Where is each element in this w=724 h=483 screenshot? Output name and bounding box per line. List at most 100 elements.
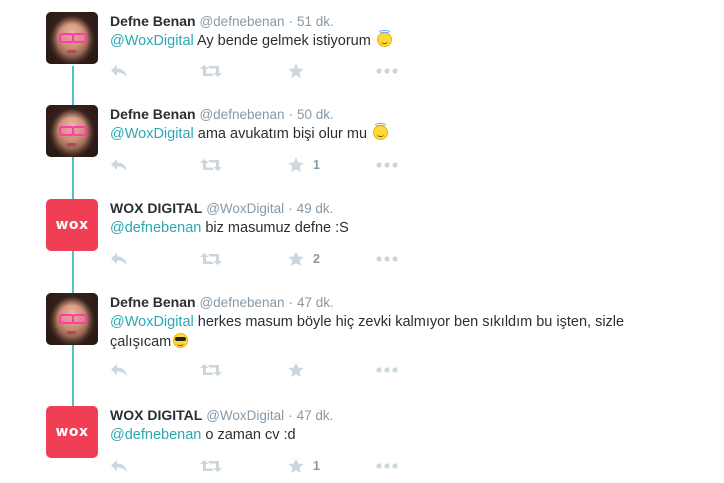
tweet-actions	[110, 360, 410, 380]
favorite-button[interactable]: 2	[288, 249, 320, 269]
retweet-button[interactable]	[200, 155, 222, 175]
tweet-body: ama avukatım bişi olur mu	[193, 126, 372, 142]
wox-logo: wox	[55, 424, 89, 440]
star-icon	[288, 251, 304, 266]
tweet: Defne Benan @defnebenan · 51 dk. @WoxDig…	[0, 12, 724, 92]
retweet-button[interactable]	[200, 249, 222, 269]
mention-link[interactable]: @WoxDigital	[110, 33, 194, 49]
tweet-header: WOX DIGITAL @WoxDigital · 49 dk.	[110, 199, 333, 218]
reply-button[interactable]	[110, 249, 128, 269]
mention-link[interactable]: @defnebenan	[110, 427, 201, 443]
tweet-header: Defne Benan @defnebenan · 50 dk.	[110, 105, 334, 124]
timestamp[interactable]: 49 dk.	[297, 201, 334, 216]
separator: ·	[288, 407, 293, 423]
username[interactable]: @defnebenan	[199, 107, 284, 122]
star-icon	[288, 362, 304, 377]
more-button[interactable]	[376, 249, 398, 269]
more-dots-icon	[376, 162, 398, 168]
retweet-button[interactable]	[200, 360, 222, 380]
tweet: wox WOX DIGITAL @WoxDigital · 49 dk. @de…	[0, 199, 724, 279]
star-icon	[288, 458, 304, 473]
more-button[interactable]	[376, 456, 398, 476]
favorite-count: 1	[313, 158, 320, 172]
favorite-count: 1	[313, 459, 320, 473]
tweet-body: Ay bende gelmek istiyorum	[193, 33, 375, 49]
mention-link[interactable]: @defnebenan	[110, 220, 201, 236]
tweet-header: WOX DIGITAL @WoxDigital · 47 dk.	[110, 406, 333, 425]
timestamp[interactable]: 47 dk.	[297, 408, 334, 423]
tweet: Defne Benan @defnebenan · 50 dk. @WoxDig…	[0, 105, 724, 185]
username[interactable]: @WoxDigital	[206, 408, 284, 423]
retweet-icon	[200, 159, 222, 171]
favorite-button[interactable]: 1	[288, 155, 320, 175]
username[interactable]: @WoxDigital	[206, 201, 284, 216]
retweet-icon	[200, 253, 222, 265]
star-icon	[288, 157, 304, 172]
reply-button[interactable]	[110, 456, 128, 476]
smiling-face-with-halo-icon	[373, 123, 389, 140]
retweet-icon	[200, 65, 222, 77]
tweet-body: o zaman cv :d	[201, 427, 296, 443]
timestamp[interactable]: 51 dk.	[297, 14, 334, 29]
tweet-actions: 1	[110, 155, 410, 175]
smiling-face-with-halo-icon	[376, 30, 392, 47]
more-button[interactable]	[376, 61, 398, 81]
more-button[interactable]	[376, 360, 398, 380]
separator: ·	[288, 294, 294, 310]
display-name[interactable]: WOX DIGITAL	[110, 407, 202, 423]
wox-logo: wox	[55, 217, 89, 233]
reply-button[interactable]	[110, 155, 128, 175]
tweet-text: @WoxDigital ama avukatım bişi olur mu	[110, 123, 700, 144]
separator: ·	[288, 200, 293, 216]
avatar[interactable]: wox	[46, 406, 98, 458]
avatar[interactable]	[46, 293, 98, 345]
tweet-text: @WoxDigital herkes masum böyle hiç zevki…	[110, 312, 675, 352]
star-icon	[288, 63, 304, 78]
reply-button[interactable]	[110, 61, 128, 81]
timestamp[interactable]: 50 dk.	[297, 107, 334, 122]
tweet-text: @WoxDigital Ay bende gelmek istiyorum	[110, 30, 700, 51]
favorite-count: 2	[313, 252, 320, 266]
retweet-button[interactable]	[200, 456, 222, 476]
timestamp[interactable]: 47 dk.	[297, 295, 334, 310]
tweet: Defne Benan @defnebenan · 47 dk. @WoxDig…	[0, 293, 724, 383]
favorite-button[interactable]: 1	[288, 456, 320, 476]
more-dots-icon	[376, 256, 398, 262]
display-name[interactable]: WOX DIGITAL	[110, 200, 202, 216]
username[interactable]: @defnebenan	[199, 295, 284, 310]
tweet-text: @defnebenan o zaman cv :d	[110, 425, 700, 445]
reply-icon	[111, 159, 127, 171]
retweet-icon	[200, 460, 222, 472]
tweet: wox WOX DIGITAL @WoxDigital · 47 dk. @de…	[0, 406, 724, 481]
display-name[interactable]: Defne Benan	[110, 106, 196, 122]
mention-link[interactable]: @WoxDigital	[110, 314, 194, 330]
display-name[interactable]: Defne Benan	[110, 13, 196, 29]
separator: ·	[288, 106, 294, 122]
tweet-header: Defne Benan @defnebenan · 47 dk.	[110, 293, 334, 312]
display-name[interactable]: Defne Benan	[110, 294, 196, 310]
tweet-body: biz masumuz defne :S	[201, 220, 349, 236]
more-dots-icon	[376, 463, 398, 469]
smiling-face-with-sunglasses-icon	[173, 333, 189, 348]
retweet-button[interactable]	[200, 61, 222, 81]
username[interactable]: @defnebenan	[199, 14, 284, 29]
reply-button[interactable]	[110, 360, 128, 380]
avatar[interactable]: wox	[46, 199, 98, 251]
avatar[interactable]	[46, 105, 98, 157]
reply-icon	[111, 253, 127, 265]
retweet-icon	[200, 364, 222, 376]
tweet-actions: 2	[110, 249, 410, 269]
favorite-button[interactable]	[288, 360, 313, 380]
separator: ·	[288, 13, 294, 29]
tweet-actions	[110, 61, 410, 81]
more-dots-icon	[376, 68, 398, 74]
reply-icon	[111, 65, 127, 77]
reply-icon	[111, 364, 127, 376]
mention-link[interactable]: @WoxDigital	[110, 126, 194, 142]
tweet-actions: 1	[110, 456, 410, 476]
favorite-button[interactable]	[288, 61, 313, 81]
avatar[interactable]	[46, 12, 98, 64]
tweet-header: Defne Benan @defnebenan · 51 dk.	[110, 12, 334, 31]
more-button[interactable]	[376, 155, 398, 175]
reply-icon	[111, 460, 127, 472]
